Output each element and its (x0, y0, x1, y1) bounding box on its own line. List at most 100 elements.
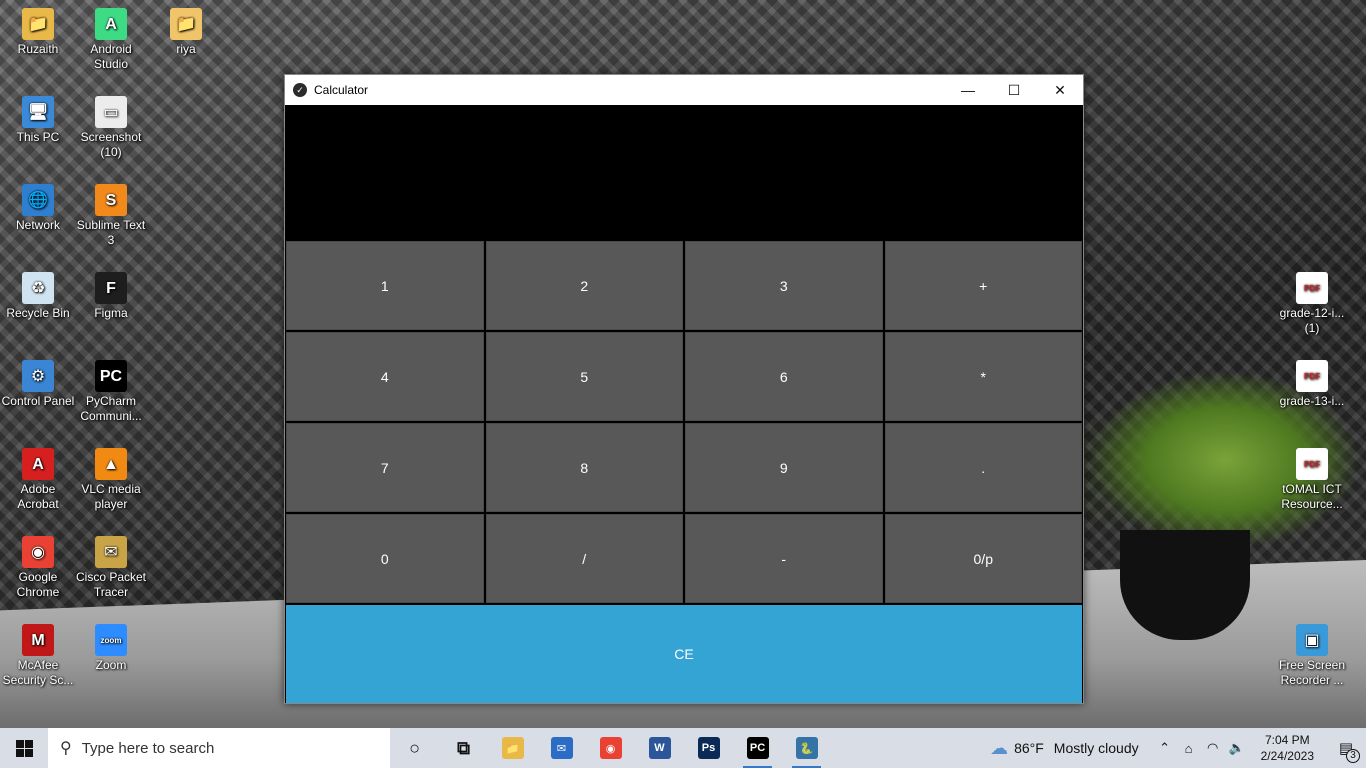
taskbar-app-button[interactable]: ○ (390, 728, 439, 768)
desktop-icon-label: McAfee Security Sc... (2, 658, 74, 687)
calculator-window: ✓ Calculator — ☐ ✕ 1 2 3 +4 5 6 * 7 8 9. 0/-0/p CE (284, 74, 1084, 704)
key-button[interactable]: * (884, 332, 1082, 421)
android-studio-icon: A (95, 8, 127, 40)
weather-temp: 86°F (1014, 740, 1044, 756)
desktop-icon[interactable]: ▣ Free Screen Recorder ... (1274, 624, 1350, 688)
taskbar-app-button[interactable]: ⧉ (439, 728, 488, 768)
key-button[interactable]: + (884, 241, 1082, 330)
key-button[interactable]: 5 (485, 332, 683, 421)
weather-widget[interactable]: ☁ 86°F Mostly cloudy (990, 738, 1139, 759)
desktop-icon[interactable]: 🌐 Network (0, 184, 76, 233)
desktop-icon-label: Figma (94, 306, 128, 320)
folder-icon: 📁 (170, 8, 202, 40)
desktop-icon[interactable]: A Adobe Acrobat (0, 448, 76, 512)
taskbar-app-button[interactable]: ✉ (537, 728, 586, 768)
desktop-icon[interactable]: ▲ VLC media player (73, 448, 149, 512)
volume-icon[interactable]: 🔈 (1225, 740, 1249, 756)
desktop-icon[interactable]: PDF grade-13-i... (1274, 360, 1350, 409)
desktop-icon[interactable]: PDF grade-12-i... (1) (1274, 272, 1350, 336)
maximize-icon: ☐ (1007, 81, 1021, 98)
desktop-icon[interactable]: M McAfee Security Sc... (0, 624, 76, 688)
taskbar-app-button[interactable]: 🐍 (782, 728, 831, 768)
clear-entry-button[interactable]: CE (286, 605, 1082, 703)
desktop-icon-label: Control Panel (1, 394, 75, 408)
google-chrome-icon: ◉ (599, 737, 622, 759)
notification-center-button[interactable]: ▤ 3 (1326, 739, 1366, 763)
screen-recorder-icon: ▣ (1296, 624, 1328, 656)
vlc-icon: ▲ (95, 448, 127, 480)
desktop-icon[interactable]: PC PyCharm Communi... (73, 360, 149, 424)
minimize-button[interactable]: — (945, 75, 991, 105)
taskbar-app-button[interactable]: W (635, 728, 684, 768)
desktop-icon-label: Sublime Text 3 (76, 218, 146, 247)
key-button[interactable]: 3 (685, 241, 883, 330)
key-button[interactable]: 6 (685, 332, 883, 421)
weather-condition: Mostly cloudy (1053, 740, 1139, 756)
taskbar-app-button[interactable]: PC (733, 728, 782, 768)
taskbar-app-button[interactable]: Ps (684, 728, 733, 768)
desktop-icon[interactable]: ⚙ Control Panel (0, 360, 76, 409)
key-button[interactable]: - (685, 514, 883, 603)
network-tray-icon[interactable]: ⌂ (1177, 741, 1201, 756)
system-tray: ☁ 86°F Mostly cloudy ⌃ ⌂ ◠ 🔈 7:04 PM 2/2… (990, 728, 1366, 768)
taskbar-search[interactable]: ⚲ Type here to search (48, 728, 390, 768)
keypad: 1 2 3 +4 5 6 * 7 8 9. 0/-0/p (285, 241, 1083, 603)
chevron-up-icon[interactable]: ⌃ (1153, 740, 1177, 756)
sublime-text-icon: S (95, 184, 127, 216)
desktop-icon[interactable]: zoom Zoom (73, 624, 149, 673)
close-button[interactable]: ✕ (1037, 75, 1083, 105)
taskbar-app-button[interactable]: ◉ (586, 728, 635, 768)
key-button[interactable]: 0 (286, 514, 484, 603)
word-icon: W (648, 737, 671, 759)
desktop-icon[interactable]: 📁 riya (148, 8, 224, 57)
desktop-icon[interactable]: 🖥 This PC (0, 96, 76, 145)
photoshop-icon: Ps (697, 737, 720, 759)
screenshot-icon: ▭ (95, 96, 127, 128)
taskbar-apps: ○ ⧉ 📁 ✉ ◉ W Ps PC 🐍 (390, 728, 831, 768)
key-button[interactable]: 1 (286, 241, 484, 330)
windows-logo-icon (15, 739, 33, 757)
key-button[interactable]: / (485, 514, 683, 603)
wifi-icon[interactable]: ◠ (1201, 740, 1225, 756)
desktop-icon-label: Free Screen Recorder ... (1278, 658, 1346, 687)
pdf-file-icon: PDF (1296, 448, 1328, 480)
task-view-icon: ⧉ (457, 737, 470, 758)
desktop-icon[interactable]: ▭ Screenshot (10) (73, 96, 149, 160)
key-button[interactable]: 7 (286, 423, 484, 512)
cisco-packet-tracer-icon: ✉ (95, 536, 127, 568)
taskbar-app-button[interactable]: 📁 (488, 728, 537, 768)
clock[interactable]: 7:04 PM 2/24/2023 (1261, 732, 1314, 764)
desktop-icon-label: riya (176, 42, 196, 56)
desktop-icon-label: Recycle Bin (6, 306, 70, 320)
desktop-icon[interactable]: ♻ Recycle Bin (0, 272, 76, 321)
key-button[interactable]: 9 (685, 423, 883, 512)
key-button[interactable]: . (884, 423, 1082, 512)
desktop-icon[interactable]: PDF tOMAL ICT Resource... (1274, 448, 1350, 512)
desktop-icon-label: This PC (16, 130, 60, 144)
desktop-icon[interactable]: ◉ Google Chrome (0, 536, 76, 600)
desktop-icon-label: Cisco Packet Tracer (75, 570, 147, 599)
desktop-icon[interactable]: S Sublime Text 3 (73, 184, 149, 248)
figma-icon: F (95, 272, 127, 304)
key-button[interactable]: 8 (485, 423, 683, 512)
calculator-app-icon: ✓ (293, 83, 307, 97)
search-icon: ⚲ (60, 740, 72, 757)
taskbar: ⚲ Type here to search ○ ⧉ 📁 ✉ ◉ W Ps PC 🐍 ☁ 86°F… (0, 728, 1366, 768)
desktop-icon-label: tOMAL ICT Resource... (1281, 482, 1343, 511)
close-icon: ✕ (1054, 81, 1066, 98)
cloud-sun-icon: ☁ (990, 737, 1009, 758)
pdf-file-icon: PDF (1296, 272, 1328, 304)
start-button[interactable] (0, 728, 48, 768)
desktop-icon-label: PyCharm Communi... (80, 394, 142, 423)
key-button[interactable]: 0/p (884, 514, 1082, 603)
maximize-button[interactable]: ☐ (991, 75, 1037, 105)
key-button[interactable]: 2 (485, 241, 683, 330)
desktop-icon[interactable]: ✉ Cisco Packet Tracer (73, 536, 149, 600)
desktop-icon[interactable]: F Figma (73, 272, 149, 321)
desktop-icon[interactable]: A Android Studio (73, 8, 149, 72)
desktop-icon-label: Screenshot (10) (80, 130, 142, 159)
notification-count: 3 (1346, 749, 1360, 763)
title-bar[interactable]: ✓ Calculator — ☐ ✕ (285, 75, 1083, 105)
desktop-icon[interactable]: 📁 Ruzaith (0, 8, 76, 57)
key-button[interactable]: 4 (286, 332, 484, 421)
